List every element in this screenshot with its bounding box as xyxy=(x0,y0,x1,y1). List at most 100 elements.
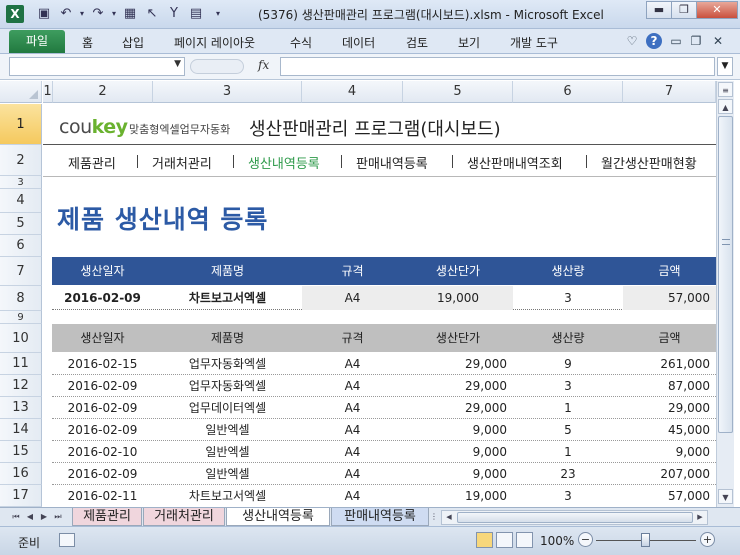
customize-toolbar-icon[interactable]: ▾ xyxy=(210,6,226,22)
minimize-button[interactable]: ▬ xyxy=(646,1,672,19)
nav-item-sales-entry[interactable]: 판매내역등록 xyxy=(356,153,428,172)
tab-formulas[interactable]: 수식 xyxy=(290,34,312,51)
undo-dropdown-icon[interactable]: ▾ xyxy=(74,6,90,22)
select-icon[interactable]: ↖ xyxy=(144,6,160,22)
row-header[interactable]: 5 xyxy=(0,213,42,235)
workbook-restore-icon[interactable]: ❐ xyxy=(688,33,704,49)
vertical-scroll-thumb[interactable] xyxy=(718,116,733,433)
tab-developer[interactable]: 개발 도구 xyxy=(510,34,558,51)
column-header[interactable]: 6 xyxy=(513,81,623,103)
column-header[interactable]: 2 xyxy=(53,81,153,103)
row-header[interactable]: 17 xyxy=(0,485,42,507)
table-row[interactable]: 2016-02-10 일반엑셀 A4 9,000 1 9,000 xyxy=(52,441,716,463)
split-box-icon[interactable]: ≡ xyxy=(718,82,733,97)
scroll-down-icon[interactable]: ▼ xyxy=(718,489,733,504)
zoom-level[interactable]: 100% xyxy=(540,534,574,548)
redo-dropdown-icon[interactable]: ▾ xyxy=(106,6,122,22)
excel-app-icon[interactable]: X xyxy=(6,5,24,23)
expand-formula-bar-icon[interactable]: ▼ xyxy=(717,57,733,76)
row-header[interactable]: 9 xyxy=(0,311,42,324)
filter-icon[interactable]: Y xyxy=(166,6,182,22)
restore-button[interactable]: ❐ xyxy=(671,1,697,19)
save-icon[interactable]: ▣ xyxy=(36,6,52,22)
column-header[interactable]: 7 xyxy=(623,81,716,103)
undo-icon[interactable]: ↶ xyxy=(58,6,74,22)
row-header[interactable]: 15 xyxy=(0,441,42,463)
entry-date-input[interactable]: 2016-02-09 xyxy=(52,286,153,310)
row-header[interactable]: 12 xyxy=(0,375,42,397)
table-row[interactable]: 2016-02-11 차트보고서엑셀 A4 19,000 3 57,000 xyxy=(52,485,716,506)
sheet-tab-production-entry[interactable]: 생산내역등록 xyxy=(226,508,330,526)
zoom-out-button[interactable]: − xyxy=(578,532,593,547)
row-header[interactable]: 3 xyxy=(0,176,42,189)
close-button[interactable]: ✕ xyxy=(696,1,738,19)
horizontal-scroll-thumb[interactable] xyxy=(457,512,693,523)
row-header[interactable]: 11 xyxy=(0,353,42,375)
row-header[interactable]: 8 xyxy=(0,286,42,311)
horizontal-scrollbar[interactable]: ◀ ▶ xyxy=(441,510,708,525)
scroll-right-icon[interactable]: ▶ xyxy=(694,512,706,523)
insert-function-button[interactable]: fx xyxy=(258,58,269,72)
row-header[interactable]: 6 xyxy=(0,235,42,257)
ribbon-minimize-icon[interactable]: ♡ xyxy=(624,33,640,49)
row-header[interactable]: 7 xyxy=(0,257,42,286)
row-header[interactable]: 4 xyxy=(0,189,42,213)
tab-insert[interactable]: 삽입 xyxy=(122,34,144,51)
tab-home[interactable]: 홈 xyxy=(82,34,93,51)
tab-page-layout[interactable]: 페이지 레이아웃 xyxy=(174,34,255,51)
row-header[interactable]: 14 xyxy=(0,419,42,441)
sheet-tab-products[interactable]: 제품관리 xyxy=(72,508,142,526)
next-sheet-icon[interactable]: ▶ xyxy=(38,510,50,524)
table-row[interactable]: 2016-02-09 업무자동화엑셀 A4 29,000 3 87,000 xyxy=(52,375,716,397)
column-header[interactable]: 5 xyxy=(403,81,513,103)
tab-data[interactable]: 데이터 xyxy=(342,34,375,51)
formula-resize-handle[interactable] xyxy=(190,59,244,74)
table-row[interactable]: 2016-02-15 업무자동화엑셀 A4 29,000 9 261,000 xyxy=(52,353,716,375)
nav-item-production-entry[interactable]: 생산내역등록 xyxy=(248,153,320,172)
prev-sheet-icon[interactable]: ◀ xyxy=(24,510,36,524)
normal-view-button[interactable] xyxy=(476,532,493,548)
formula-input[interactable] xyxy=(280,57,715,76)
worksheet[interactable]: coukey 맞춤형엑셀업무자동화 생산판매관리 프로그램(대시보드) 제품관리… xyxy=(43,104,716,506)
column-header[interactable]: 1 xyxy=(43,81,53,103)
name-box-dropdown-icon[interactable]: ▼ xyxy=(174,59,181,69)
table-row[interactable]: 2016-02-09 일반엑셀 A4 9,000 5 45,000 xyxy=(52,419,716,441)
vertical-scrollbar[interactable]: ≡ ▲ ▼ xyxy=(716,81,734,508)
select-all-button[interactable] xyxy=(0,81,42,103)
name-box[interactable]: ▼ xyxy=(9,57,185,76)
nav-item-clients[interactable]: 거래처관리 xyxy=(152,153,212,172)
zoom-slider-thumb[interactable] xyxy=(641,533,650,547)
page-break-view-button[interactable] xyxy=(516,532,533,548)
table-row[interactable]: 2016-02-09 업무데이터엑셀 A4 29,000 1 29,000 xyxy=(52,397,716,419)
row-header[interactable]: 16 xyxy=(0,463,42,485)
column-header[interactable]: 4 xyxy=(302,81,403,103)
tab-review[interactable]: 검토 xyxy=(406,34,428,51)
form-icon[interactable]: ▤ xyxy=(188,6,204,22)
first-sheet-icon[interactable]: ⏮ xyxy=(10,510,22,524)
tab-view[interactable]: 보기 xyxy=(458,34,480,51)
help-icon[interactable]: ? xyxy=(646,33,662,49)
macro-record-icon[interactable] xyxy=(59,533,75,547)
camera-icon[interactable]: ▦ xyxy=(122,6,138,22)
page-layout-view-button[interactable] xyxy=(496,532,513,548)
scroll-left-icon[interactable]: ◀ xyxy=(443,512,455,523)
nav-item-products[interactable]: 제품관리 xyxy=(68,153,116,172)
workbook-close-icon[interactable]: ✕ xyxy=(710,33,726,49)
redo-icon[interactable]: ↷ xyxy=(90,6,106,22)
sheet-tab-sales-entry[interactable]: 판매내역등록 xyxy=(331,508,429,526)
sheet-tab-clients[interactable]: 거래처관리 xyxy=(143,508,225,526)
row-header[interactable]: 2 xyxy=(0,145,42,176)
scroll-up-icon[interactable]: ▲ xyxy=(718,99,733,114)
nav-item-history-search[interactable]: 생산판매내역조회 xyxy=(467,153,563,172)
row-header[interactable]: 10 xyxy=(0,324,42,353)
workbook-minimize-icon[interactable]: ▭ xyxy=(668,33,684,49)
table-row[interactable]: 2016-02-09 일반엑셀 A4 9,000 23 207,000 xyxy=(52,463,716,485)
nav-item-monthly-status[interactable]: 월간생산판매현황 xyxy=(601,153,697,172)
column-header[interactable]: 3 xyxy=(153,81,302,103)
row-header[interactable]: 13 xyxy=(0,397,42,419)
tab-file[interactable]: 파일 xyxy=(9,30,65,53)
entry-quantity-input[interactable]: 3 xyxy=(513,286,623,310)
zoom-in-button[interactable]: + xyxy=(700,532,715,547)
row-header[interactable]: 1 xyxy=(0,104,42,145)
last-sheet-icon[interactable]: ⏭ xyxy=(52,510,64,524)
